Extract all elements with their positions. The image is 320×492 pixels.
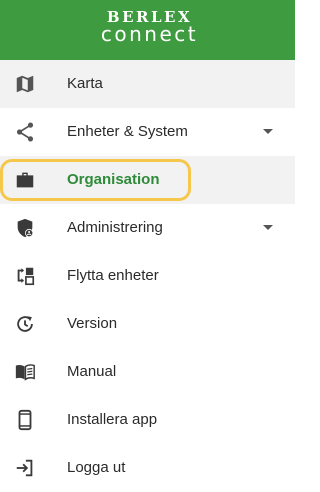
menu-item-label: Manual [67,363,117,380]
menu-item-enheter-system[interactable]: Enheter & System [0,108,295,156]
menu-item-label: Administrering [67,219,163,236]
menu-item-version[interactable]: Version [0,300,295,348]
share-nodes-icon [14,121,36,143]
smartphone-icon [14,409,36,431]
menu-item-flytta-enheter[interactable]: Flytta enheter [0,252,295,300]
menu-item-administrering[interactable]: Administrering [0,204,295,252]
book-icon [14,361,36,383]
map-icon [14,73,36,95]
menu-item-label: Flytta enheter [67,267,159,284]
history-icon [14,313,36,335]
menu-item-label: Karta [67,75,103,92]
menu-item-label: Logga ut [67,459,126,476]
app-header: BERLEX connect [0,0,295,60]
chevron-down-icon[interactable] [263,129,273,134]
logo-subtitle: connect [100,22,199,46]
menu-item-organisation[interactable]: Organisation [0,156,295,204]
logout-icon [14,457,36,479]
menu-item-manual[interactable]: Manual [0,348,295,396]
menu-item-karta[interactable]: Karta [0,60,295,108]
side-menu: Karta Enheter & System Organisation Admi… [0,60,295,492]
menu-item-label: Organisation [67,171,160,188]
menu-item-label: Installera app [67,411,158,428]
menu-item-label: Version [67,315,118,332]
shield-user-icon [14,217,36,239]
menu-item-installera-app[interactable]: Installera app [0,396,295,444]
move-devices-icon [14,265,36,287]
chevron-down-icon[interactable] [263,225,273,230]
menu-item-logga-ut[interactable]: Logga ut [0,444,295,492]
menu-item-label: Enheter & System [67,123,188,140]
briefcase-icon [14,169,36,191]
